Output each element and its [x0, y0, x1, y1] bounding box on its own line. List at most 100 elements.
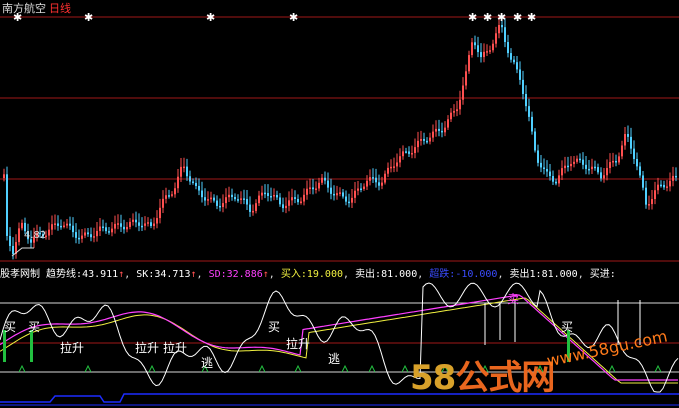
- star-marker: ✱: [513, 11, 522, 24]
- candle-body: [462, 85, 464, 100]
- green-signal-bar: [3, 330, 6, 362]
- candle-body: [330, 187, 332, 194]
- indicator-name: 股孝网制: [0, 269, 40, 280]
- candle-body: [78, 237, 80, 240]
- chart-header: 南方航空 日线: [2, 0, 71, 16]
- candle-body: [237, 199, 239, 201]
- trend-label: 趋势线:: [46, 269, 83, 280]
- candle-body: [570, 163, 572, 167]
- candle-body: [384, 173, 386, 183]
- candle-body: [66, 223, 68, 226]
- candle-body: [459, 99, 461, 110]
- candle-body: [165, 195, 167, 199]
- buy-signal: 买: [268, 320, 280, 334]
- candle-body: [72, 225, 74, 233]
- star-marker: ✱: [84, 11, 93, 24]
- candle-body: [327, 180, 329, 188]
- candle-body: [219, 205, 221, 208]
- separator: ,: [268, 269, 275, 280]
- candle-body: [123, 226, 125, 230]
- candle-body: [141, 225, 143, 228]
- candle-body: [543, 167, 545, 169]
- stock-name: 南方航空: [2, 2, 46, 15]
- candle-body: [648, 204, 650, 206]
- star-marker: ✱: [289, 11, 298, 24]
- candle-body: [264, 192, 266, 195]
- candle-body: [6, 174, 8, 236]
- candle-body: [3, 174, 5, 178]
- candle-body: [408, 151, 410, 154]
- candle-body: [366, 180, 368, 187]
- candle-body: [387, 167, 389, 174]
- candle-body: [60, 225, 62, 228]
- candle-body: [213, 197, 215, 201]
- candle-body: [132, 219, 134, 222]
- watermark: 58公式网 www.58gu.com: [410, 326, 669, 399]
- candle-body: [354, 190, 356, 198]
- candle-body: [210, 197, 212, 200]
- candle-body: [375, 177, 377, 183]
- buy-signal: 买: [28, 320, 40, 334]
- candle-body: [207, 199, 209, 201]
- candle-body: [192, 181, 194, 183]
- separator: ,: [124, 269, 131, 280]
- candle-body: [285, 205, 287, 209]
- candle-body: [651, 199, 653, 205]
- candle-body: [171, 194, 173, 196]
- pull-up-signal: 拉升: [163, 340, 187, 355]
- green-marker: [368, 364, 376, 373]
- candle-body: [198, 186, 200, 191]
- candle-body: [144, 223, 146, 226]
- candle-body: [660, 184, 662, 187]
- candle-body: [438, 128, 440, 131]
- candle-body: [633, 148, 635, 159]
- candle-body: [159, 207, 161, 219]
- candle-body: [105, 227, 107, 232]
- separator: ,: [343, 269, 350, 280]
- candle-body: [363, 186, 365, 189]
- candle-body: [495, 33, 497, 44]
- candle-body: [126, 226, 128, 230]
- indicator-value-bar: 股孝网制 趋势线:43.911↑, SK:34.713↑, SD:32.886↑…: [0, 265, 616, 280]
- candle-body: [234, 196, 236, 200]
- candle-body: [108, 231, 110, 233]
- candle-body: [246, 199, 248, 205]
- candle-body: [372, 177, 374, 179]
- candle-body: [378, 182, 380, 186]
- candle-body: [150, 222, 152, 226]
- candle-body: [120, 223, 122, 227]
- candle-body: [561, 168, 563, 176]
- candle-body: [576, 158, 578, 162]
- candle-body: [468, 55, 470, 72]
- sd-line: [0, 297, 678, 384]
- candle-body: [528, 106, 530, 117]
- candle-body: [333, 193, 335, 196]
- green-marker: [401, 364, 409, 373]
- candle-body: [222, 203, 224, 207]
- candle-body: [672, 175, 674, 181]
- candle-body: [195, 182, 197, 187]
- candle-body: [465, 71, 467, 86]
- candle-body: [477, 45, 479, 53]
- candle-body: [117, 223, 119, 225]
- candle-body: [216, 200, 218, 206]
- buyin-label: 买进:: [589, 269, 616, 280]
- sd-value: 32.886: [226, 269, 263, 280]
- candle-body: [315, 188, 317, 190]
- candle-body: [228, 194, 230, 198]
- candle-body: [657, 184, 659, 191]
- candle-body: [312, 187, 314, 190]
- pull-up-signal: 拉升: [60, 340, 84, 355]
- separator: ,: [497, 269, 504, 280]
- candle-body: [162, 198, 164, 208]
- candle-body: [63, 225, 65, 228]
- pull-up-signal: 拉升: [286, 336, 310, 351]
- candle-body: [612, 160, 614, 163]
- candle-body: [645, 187, 647, 205]
- candle-body: [540, 162, 542, 168]
- candle-body: [642, 175, 644, 188]
- candle-body: [57, 223, 59, 226]
- candle-body: [288, 200, 290, 206]
- candle-body: [429, 137, 431, 142]
- candle-body: [522, 79, 524, 94]
